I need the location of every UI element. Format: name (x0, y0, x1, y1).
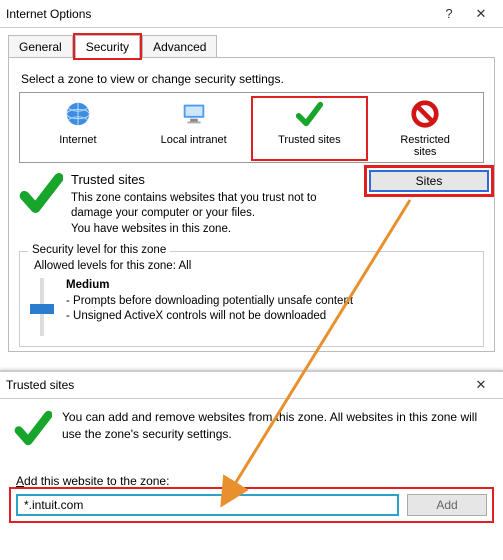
checkmark-icon (294, 99, 324, 132)
security-slider[interactable] (28, 278, 56, 336)
security-level-caption: Security level for this zone (28, 244, 170, 256)
zone-name: Trusted sites (71, 171, 341, 189)
zone-select-label: Select a zone to view or change security… (21, 72, 484, 86)
trusted-sites-titlebar: Trusted sites ✕ (0, 371, 503, 399)
tab-general[interactable]: General (8, 35, 73, 58)
level-name: Medium (66, 279, 109, 291)
help-button[interactable]: ? (433, 6, 465, 21)
add-website-label: Add this website to the zone: (16, 474, 489, 488)
dialog-title: Trusted sites (6, 378, 465, 392)
globe-icon (63, 99, 93, 132)
window-title: Internet Options (6, 7, 433, 21)
security-level-text: Medium - Prompts before downloading pote… (66, 278, 353, 336)
add-website-label-text: dd this website to the zone: (24, 474, 169, 488)
nosign-icon (410, 99, 440, 132)
website-input[interactable] (16, 494, 399, 516)
trusted-sites-description: You can add and remove websites from thi… (62, 409, 489, 452)
level-bullet-2: - Unsigned ActiveX controls will not be … (66, 310, 326, 322)
zone-label-text: Restrictedsites (400, 134, 450, 158)
close-button[interactable]: ✕ (465, 6, 497, 22)
internet-options-titlebar: Internet Options ? ✕ (0, 0, 503, 28)
zone-local-intranet[interactable]: Local intranet (136, 97, 252, 160)
zone-label-text: Local intranet (161, 134, 227, 146)
tab-advanced[interactable]: Advanced (142, 35, 217, 58)
zone-trusted-sites[interactable]: Trusted sites (252, 97, 368, 160)
zone-desc-line2: You have websites in this zone. (71, 222, 341, 238)
zone-restricted-sites[interactable]: Restrictedsites (367, 97, 483, 160)
zone-label-text: Trusted sites (278, 134, 341, 146)
computer-icon (179, 99, 209, 132)
trusted-sites-description-row: You can add and remove websites from thi… (14, 409, 489, 452)
trusted-sites-dialog: Trusted sites ✕ You can add and remove w… (0, 370, 503, 560)
zone-list: Internet Local intranet Trusted sites Re… (19, 92, 484, 163)
zone-internet[interactable]: Internet (20, 97, 136, 160)
security-tab-body: Select a zone to view or change security… (8, 57, 495, 352)
tab-strip: General Security Advanced (0, 28, 503, 57)
checkmark-icon (19, 171, 63, 237)
zone-desc-line1: This zone contains websites that you tru… (71, 191, 341, 222)
allowed-levels: Allowed levels for this zone: All (34, 260, 475, 272)
zone-label-text: Internet (59, 134, 96, 146)
level-bullet-1: - Prompts before downloading potentially… (66, 295, 353, 307)
security-level-group: Security level for this zone Allowed lev… (19, 251, 484, 347)
close-button[interactable]: ✕ (465, 377, 497, 393)
add-button[interactable]: Add (407, 494, 487, 516)
tab-security[interactable]: Security (75, 35, 140, 58)
add-website-row: Add (14, 492, 489, 518)
checkmark-icon (14, 409, 52, 452)
zone-description: Trusted sites This zone contains website… (19, 171, 484, 237)
